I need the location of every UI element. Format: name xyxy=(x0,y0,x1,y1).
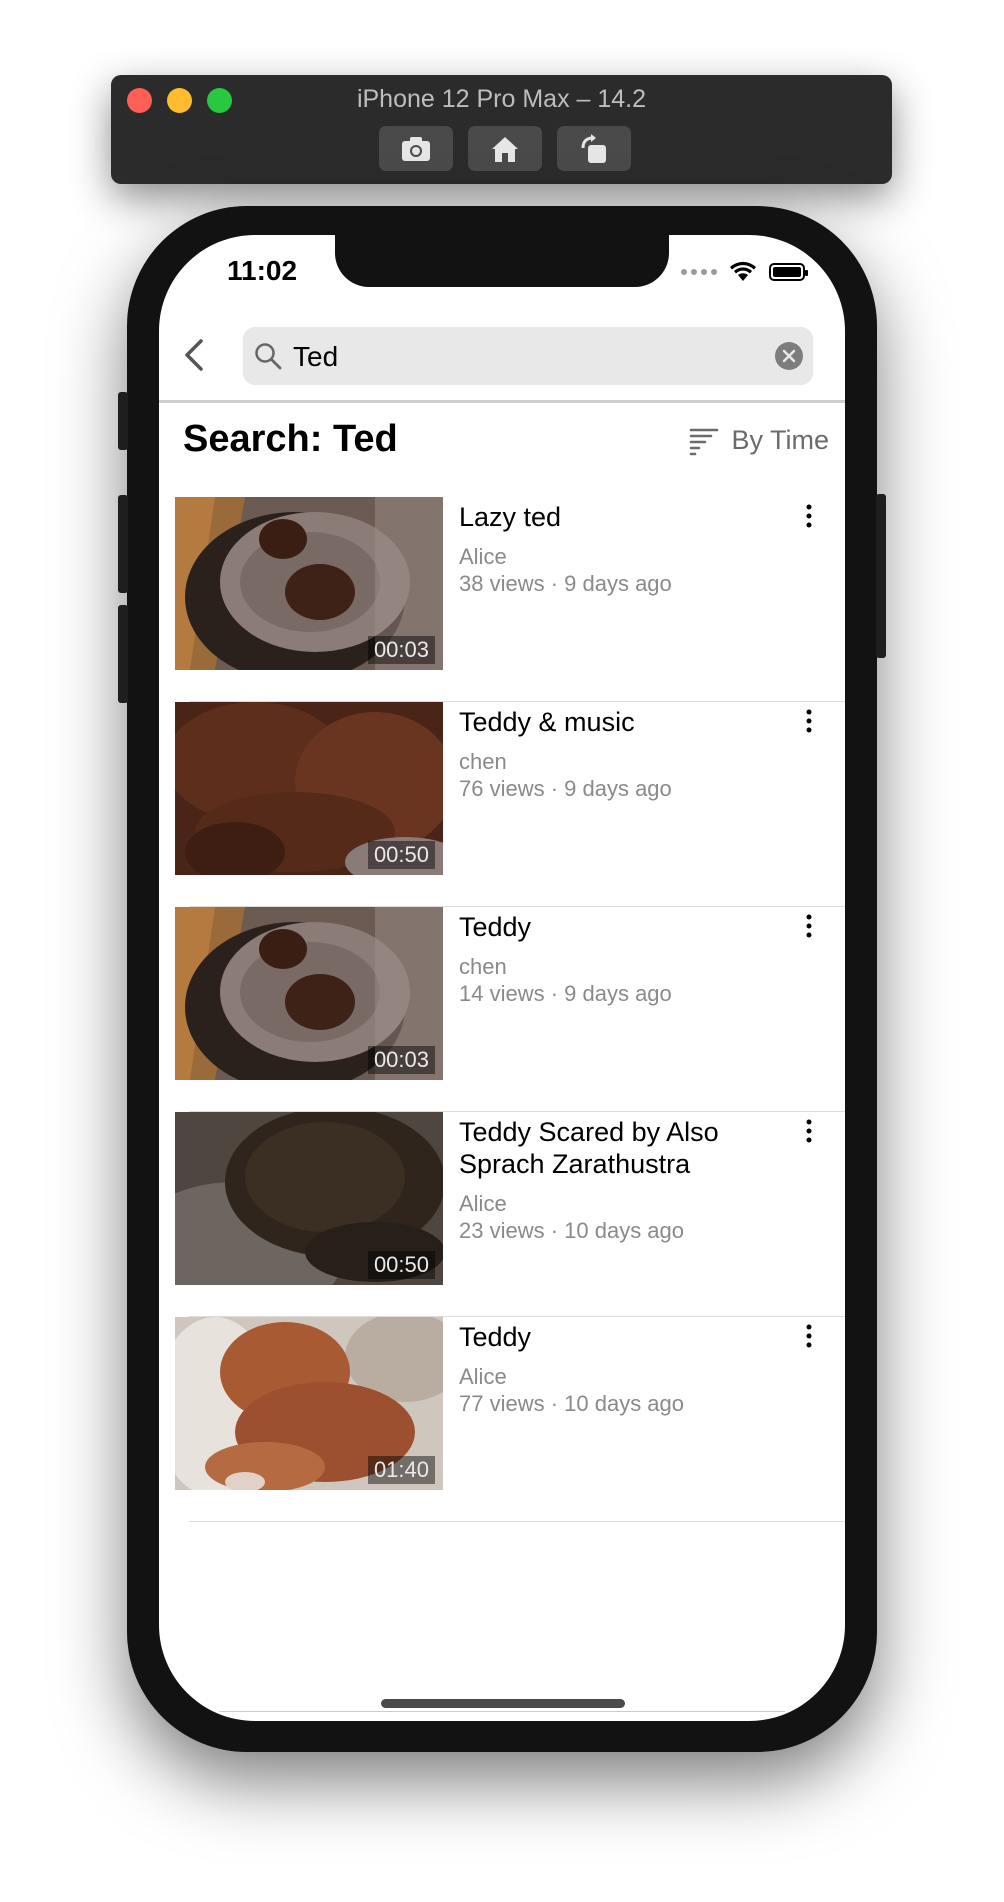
video-meta: 14 views · 9 days ago xyxy=(459,981,672,1006)
rotate-button[interactable] xyxy=(557,126,631,171)
video-thumbnail[interactable]: 00:03 xyxy=(175,907,443,1080)
volume-down-button xyxy=(118,605,128,703)
simulator-title: iPhone 12 Pro Max – 14.2 xyxy=(356,85,647,113)
video-title[interactable]: Lazy ted xyxy=(459,501,759,533)
video-channel: chen xyxy=(459,749,507,774)
notch xyxy=(335,235,669,287)
clear-search-button[interactable] xyxy=(775,342,803,370)
video-meta: 38 views · 9 days ago xyxy=(459,571,672,596)
result-item[interactable]: 00:03 Teddy chen 14 views · 9 days ago xyxy=(159,907,845,1112)
video-title[interactable]: Teddy xyxy=(459,911,759,943)
video-thumbnail[interactable]: 00:03 xyxy=(175,497,443,670)
video-title[interactable]: Teddy Scared by Also Sprach Zarathustra xyxy=(459,1116,759,1180)
video-thumbnail[interactable]: 00:50 xyxy=(175,702,443,875)
more-options-icon[interactable] xyxy=(797,501,821,531)
sort-label: By Time xyxy=(731,425,829,455)
back-chevron-icon[interactable] xyxy=(173,333,217,377)
video-title[interactable]: Teddy & music xyxy=(459,706,759,738)
video-duration: 00:03 xyxy=(367,1046,435,1074)
header-divider xyxy=(159,400,845,403)
page-title: Search: Ted xyxy=(183,418,398,460)
result-item[interactable]: 00:50 Teddy Scared by Also Sprach Zarath… xyxy=(159,1112,845,1317)
volume-up-button xyxy=(118,495,128,593)
screenshot-button[interactable] xyxy=(379,126,453,171)
more-options-icon[interactable] xyxy=(797,1321,821,1351)
sort-button[interactable]: By Time xyxy=(689,425,829,456)
house-icon xyxy=(492,136,518,162)
video-duration: 00:50 xyxy=(367,1251,435,1279)
camera-icon xyxy=(402,136,430,161)
video-duration: 00:50 xyxy=(367,841,435,869)
search-icon xyxy=(255,343,282,370)
cellular-icon xyxy=(681,269,717,275)
phone-screen: 11:02 Ted Search: Ted By Time 00:03 Lazy… xyxy=(159,235,845,1721)
more-options-icon[interactable] xyxy=(797,1116,821,1146)
power-button xyxy=(876,494,886,658)
video-meta: 23 views · 10 days ago xyxy=(459,1218,685,1243)
clear-icon xyxy=(782,349,796,363)
more-options-icon[interactable] xyxy=(797,911,821,941)
video-thumbnail[interactable]: 01:40 xyxy=(175,1317,443,1490)
rotate-icon xyxy=(581,133,606,163)
results-list: 00:03 Lazy ted Alice 38 views · 9 days a… xyxy=(159,497,845,1522)
sort-icon xyxy=(690,428,719,455)
video-meta: 76 views · 9 days ago xyxy=(459,776,672,801)
more-options-icon[interactable] xyxy=(797,706,821,736)
status-icons xyxy=(681,261,808,283)
video-meta: 77 views · 10 days ago xyxy=(459,1391,685,1416)
result-item[interactable]: 00:50 Teddy & music chen 76 views · 9 da… xyxy=(159,702,845,907)
search-query: Ted xyxy=(293,341,339,372)
result-item[interactable]: 00:03 Lazy ted Alice 38 views · 9 days a… xyxy=(159,497,845,702)
home-button[interactable] xyxy=(468,126,542,171)
result-item[interactable]: 01:40 Teddy Alice 77 views · 10 days ago xyxy=(159,1317,845,1522)
home-indicator[interactable] xyxy=(381,1699,625,1708)
item-divider xyxy=(189,1521,845,1522)
battery-icon xyxy=(769,263,808,281)
bottom-divider xyxy=(219,1711,785,1712)
video-duration: 00:03 xyxy=(367,636,435,664)
video-channel: Alice xyxy=(459,544,507,569)
video-channel: chen xyxy=(459,954,507,979)
search-input[interactable]: Ted xyxy=(243,327,813,385)
video-title[interactable]: Teddy xyxy=(459,1321,759,1353)
simulator-title-bar: iPhone 12 Pro Max – 14.2 xyxy=(111,75,892,184)
status-time: 11:02 xyxy=(227,255,298,286)
video-channel: Alice xyxy=(459,1364,507,1389)
video-channel: Alice xyxy=(459,1191,507,1216)
mute-switch xyxy=(118,392,128,450)
wifi-icon xyxy=(730,261,756,281)
video-thumbnail[interactable]: 00:50 xyxy=(175,1112,443,1285)
video-duration: 01:40 xyxy=(367,1456,435,1484)
